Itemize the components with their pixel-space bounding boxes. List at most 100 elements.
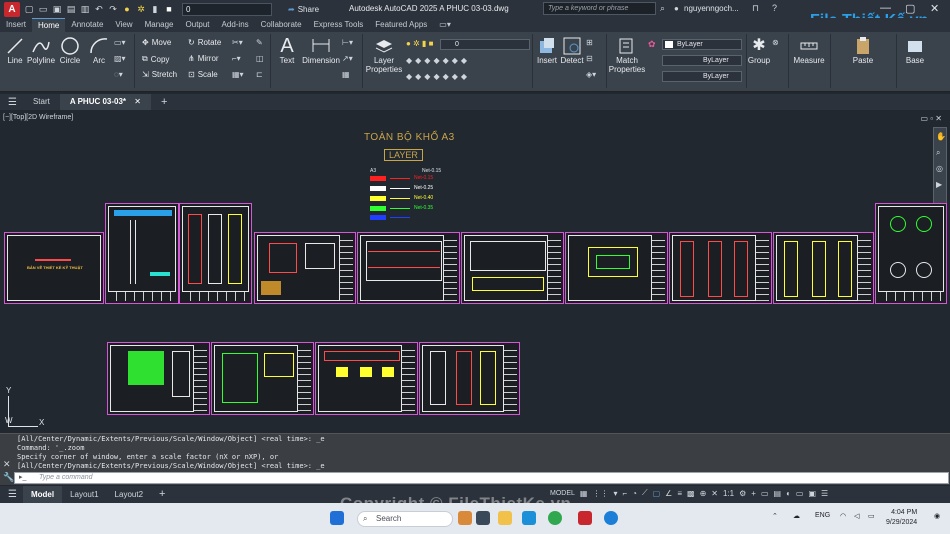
file-explorer-icon[interactable]	[498, 511, 512, 525]
customize-icon[interactable]: 🔧	[3, 472, 14, 483]
layer-tools-row2-icons[interactable]: ◆◆◆◆◆◆◆	[406, 72, 470, 81]
close-command-icon[interactable]: ✕	[3, 459, 11, 470]
sheet-9[interactable]	[773, 232, 874, 304]
snap-icon[interactable]: ⋮⋮	[592, 489, 608, 498]
layer-properties-button[interactable]: Layer Properties	[366, 36, 402, 74]
layer-combo[interactable]: 0	[440, 39, 530, 50]
tray-cloud-icon[interactable]: ☁	[793, 512, 800, 520]
isolate-icon[interactable]: ◐	[786, 489, 791, 498]
color-combo[interactable]: ByLayer	[662, 39, 742, 50]
wifi-icon[interactable]: ◠	[840, 512, 846, 520]
sheet-13[interactable]	[315, 342, 418, 415]
linetype-combo[interactable]: ByLayer	[662, 55, 742, 66]
linear-dim-icon[interactable]: ⊢▾	[342, 38, 353, 47]
share-button[interactable]: ➦ Share	[288, 5, 319, 14]
save-as-icon[interactable]: ▤	[66, 4, 76, 14]
pan-icon[interactable]: ✋	[936, 132, 946, 141]
navigation-bar[interactable]: ✋ ⌕ ◎ ▶	[933, 127, 947, 207]
new-file-icon[interactable]: ▢	[24, 4, 34, 14]
sheet-3[interactable]	[179, 203, 252, 304]
erase-icon[interactable]: ✎	[256, 38, 263, 47]
tab-model[interactable]: Model	[22, 486, 63, 503]
otrack-icon[interactable]: ∠	[665, 489, 672, 498]
notifications-icon[interactable]: ◉	[934, 512, 940, 520]
copy-button[interactable]: ⧉ Copy	[142, 54, 169, 64]
leader-icon[interactable]: ↗▾	[342, 54, 353, 63]
detect-button[interactable]: Detect	[560, 36, 584, 65]
tab-layout1[interactable]: Layout1	[62, 486, 106, 503]
infer-icon[interactable]: ▾	[613, 489, 617, 498]
tab-output[interactable]: Output	[180, 18, 216, 32]
sheet-7[interactable]	[565, 232, 668, 304]
polar-icon[interactable]: ◔	[632, 489, 637, 498]
ungroup-icon[interactable]: ⊗	[772, 38, 779, 47]
add-layout-button[interactable]: +	[151, 486, 173, 503]
tab-collaborate[interactable]: Collaborate	[255, 18, 308, 32]
annotation-scale-label[interactable]: 1:1	[723, 489, 734, 498]
tab-home[interactable]: Home	[32, 18, 66, 32]
grid-icon[interactable]: ▦	[580, 489, 588, 498]
tab-manage[interactable]: Manage	[139, 18, 180, 32]
tab-featured-apps[interactable]: Featured Apps	[369, 18, 433, 32]
measure-button[interactable]: Measure	[792, 36, 826, 65]
scale-button[interactable]: ⊡ Scale	[188, 70, 218, 79]
ortho-icon[interactable]: ⌐	[622, 489, 627, 498]
drawing-viewport[interactable]: [−][Top][2D Wireframe] ▭ ▫ ✕ ✋ ⌕ ◎ ▶ TOÀ…	[0, 111, 950, 433]
text-button[interactable]: A Text	[276, 36, 298, 65]
lineweight-icon[interactable]: ≡	[677, 489, 682, 498]
arc-button[interactable]: Arc	[88, 36, 110, 65]
tab-add-ins[interactable]: Add-ins	[216, 18, 255, 32]
tab-insert[interactable]: Insert	[0, 18, 32, 32]
polyline-button[interactable]: Polyline	[27, 36, 55, 65]
sheet-6[interactable]	[461, 232, 564, 304]
color-wheel-icon[interactable]: ✿	[648, 39, 656, 50]
move-button[interactable]: ✥ Move	[142, 38, 171, 47]
autocad-logo-icon[interactable]: A	[4, 1, 20, 17]
save-icon[interactable]: ▣	[52, 4, 62, 14]
block-attr-icon[interactable]: ⊟	[586, 54, 593, 63]
lineweight-combo[interactable]: ByLayer	[662, 71, 742, 82]
group-button[interactable]: ✱ Group	[748, 36, 770, 65]
taskbar-search[interactable]: ⌕ Search	[357, 511, 453, 527]
base-button[interactable]: Base	[902, 36, 928, 65]
sheet-4[interactable]	[254, 232, 356, 304]
undo-icon[interactable]: ↶	[94, 4, 104, 14]
sheet-11[interactable]	[107, 342, 210, 415]
close-button[interactable]: ✕	[930, 2, 939, 15]
autocad-taskbar-icon[interactable]	[578, 511, 592, 525]
block-edit-icon[interactable]: ⊞	[586, 38, 593, 47]
sheet-cover[interactable]: BẢN VẼ THIẾT KẾ KỸ THUẬT	[4, 232, 104, 304]
sheet-10[interactable]	[875, 203, 947, 304]
table-icon[interactable]: ▦	[342, 70, 350, 79]
match-properties-button[interactable]: Match Properties	[609, 36, 645, 74]
transparency-icon[interactable]: ▩	[687, 489, 695, 498]
system-clock[interactable]: 4:04 PM 9/29/2024	[886, 508, 917, 528]
cart-icon[interactable]: ⊓	[752, 3, 759, 14]
showmotion-icon[interactable]: ▶	[936, 180, 942, 189]
taskbar-taskview-icon[interactable]	[476, 511, 490, 525]
print-icon[interactable]: ▥	[80, 4, 90, 14]
lightbulb-icon[interactable]: ●	[122, 4, 132, 14]
tray-chevron-icon[interactable]: ⌃	[772, 512, 778, 520]
tab-start[interactable]: Start	[23, 94, 60, 110]
layer-tools-icons[interactable]: ◆◆◆◆◆◆◆	[406, 56, 470, 65]
sun-icon[interactable]: ✲	[136, 4, 146, 14]
mirror-button[interactable]: ⋔ Mirror	[188, 54, 219, 63]
tab-annotate[interactable]: Annotate	[65, 18, 109, 32]
customization-icon[interactable]: ☰	[821, 489, 828, 498]
tab-express-tools[interactable]: Express Tools	[308, 18, 370, 32]
rectangle-icon[interactable]: ▭▾	[114, 38, 126, 47]
offset-icon[interactable]: ⊏	[256, 70, 263, 79]
taskbar-widget-icon[interactable]	[458, 511, 472, 525]
tab-overflow[interactable]: ▭▾	[433, 18, 457, 32]
windows-start-icon[interactable]	[330, 511, 344, 525]
zoom-icon[interactable]: ⌕	[936, 148, 940, 158]
chrome-browser-icon[interactable]	[548, 511, 562, 525]
help-icon[interactable]: ?	[772, 3, 777, 13]
array-icon[interactable]: ▦▾	[232, 70, 244, 79]
insert-button[interactable]: Insert	[536, 36, 558, 65]
workspace-icon[interactable]: ⚙	[739, 489, 746, 498]
viewport-controls-label[interactable]: [−][Top][2D Wireframe]	[3, 114, 73, 121]
command-input[interactable]: ▸_ Type a command	[14, 472, 949, 484]
selection-cycling-icon[interactable]: ⊕	[700, 489, 707, 498]
